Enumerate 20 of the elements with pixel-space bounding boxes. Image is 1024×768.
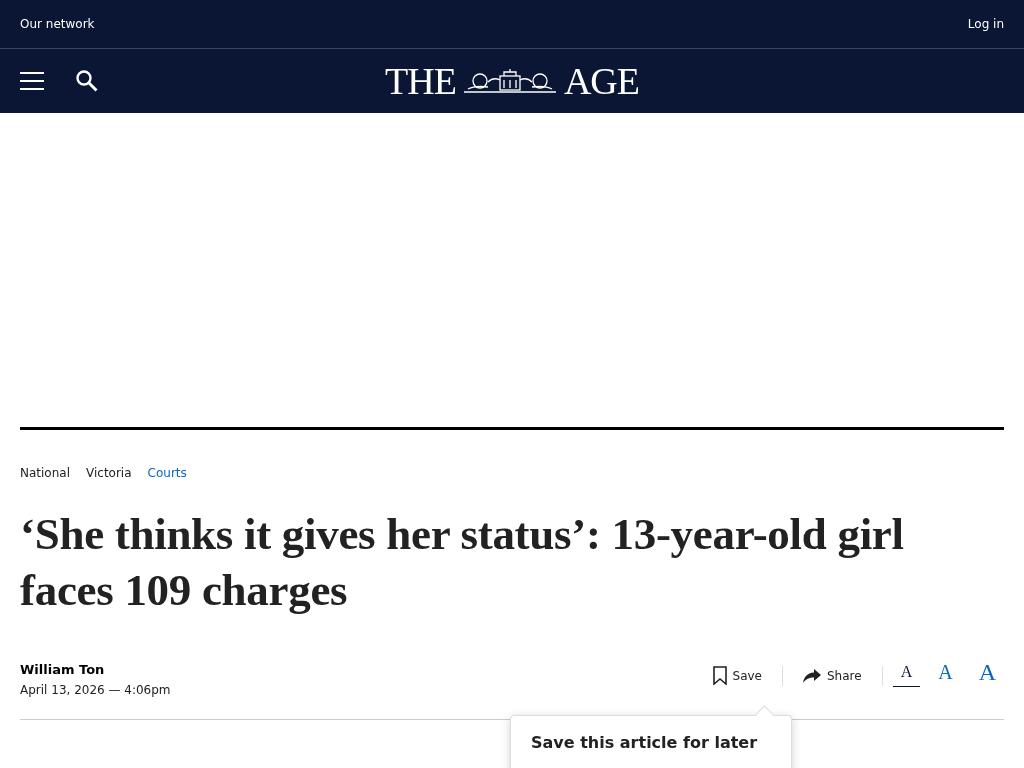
menu-icon[interactable] [20, 71, 44, 91]
author-name: William Ton [20, 662, 106, 677]
breadcrumb-link[interactable]: Victoria [86, 466, 132, 480]
share-arrow-icon [803, 668, 821, 683]
login-link[interactable]: Log in [967, 17, 1004, 31]
popup-title: Save this article for later [531, 733, 758, 752]
font-size-button[interactable]: A [892, 664, 921, 687]
search-icon[interactable] [76, 70, 98, 92]
share-button[interactable]: Share [783, 662, 882, 689]
font-size-button[interactable]: A [970, 660, 1004, 691]
breadcrumb-link[interactable]: Courts [147, 466, 187, 480]
network-link[interactable]: Our network [20, 17, 95, 31]
save-button[interactable]: Save [692, 660, 782, 691]
publish-date: April 13, 2026 — 4:06pm [20, 683, 171, 697]
font-size-button[interactable]: A [930, 662, 961, 689]
bookmark-icon [712, 666, 727, 685]
logo-text: THE [385, 62, 456, 100]
breadcrumb-link[interactable]: National [20, 466, 70, 480]
logo-text: AGE [563, 62, 639, 100]
article-headline: ‘She thinks it gives her status’: 13-year-old girl faces 109 charges [20, 508, 905, 617]
